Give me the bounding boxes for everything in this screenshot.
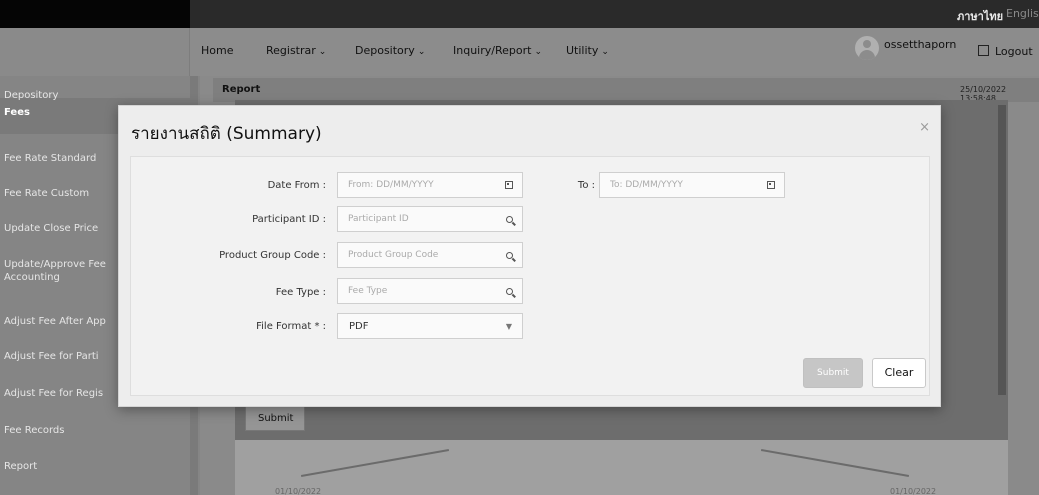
file-format-label: File Format * : <box>256 321 326 332</box>
nav-inquiry-report[interactable]: Inquiry/Report ⌄ <box>453 44 542 57</box>
to-label: To : <box>577 180 595 191</box>
participant-id-label: Participant ID : <box>252 214 326 225</box>
sidebar-item-fee-rate-custom[interactable]: Fee Rate Custom <box>4 187 119 200</box>
search-icon[interactable] <box>506 285 513 296</box>
sidebar-item-adjust-fee-parti[interactable]: Adjust Fee for Parti <box>4 350 120 363</box>
chevron-down-icon: ⌄ <box>417 47 426 57</box>
nav-registrar[interactable]: Registrar ⌄ <box>266 44 326 57</box>
logo[interactable] <box>0 28 190 76</box>
sidebar-item-adjust-fee-regis[interactable]: Adjust Fee for Regis <box>4 387 120 400</box>
sidebar-item-update-close-price[interactable]: Update Close Price <box>4 222 119 235</box>
date-from-label: Date From : <box>267 180 326 191</box>
logout-icon <box>978 45 989 56</box>
nav-home[interactable]: Home <box>201 44 233 57</box>
sidebar-item-update-approve[interactable]: Update/Approve Fee Accounting <box>4 258 119 284</box>
fee-type-input[interactable] <box>338 279 498 303</box>
lang-thai-link[interactable]: ภาษาไทย <box>957 7 1003 25</box>
sidebar-item-fee-rate-standard[interactable]: Fee Rate Standard <box>4 152 119 165</box>
lang-english-link[interactable]: English <box>1006 7 1039 20</box>
user-avatar-icon[interactable] <box>855 36 879 60</box>
product-group-code-input[interactable] <box>338 243 498 267</box>
file-format-select[interactable]: PDF ▼ <box>337 313 523 339</box>
nav-depository[interactable]: Depository ⌄ <box>355 44 425 57</box>
chevron-down-icon: ⌄ <box>601 47 609 57</box>
bottom-date: 01/10/2022 <box>275 487 322 495</box>
date-to-input[interactable] <box>600 173 760 197</box>
top-bar-left <box>0 0 190 28</box>
search-icon[interactable] <box>506 249 513 260</box>
dropdown-caret-icon: ▼ <box>505 322 512 331</box>
product-group-code-field[interactable] <box>337 242 523 268</box>
close-icon[interactable]: × <box>919 120 930 135</box>
participant-id-field[interactable] <box>337 206 523 232</box>
chevron-down-icon: ⌄ <box>318 47 327 57</box>
modal-title: รายงานสถิติ (Summary) <box>131 124 322 144</box>
fee-type-label: Fee Type : <box>275 287 326 298</box>
product-group-code-label: Product Group Code : <box>219 250 326 261</box>
background-submit-button[interactable]: Submit <box>245 405 305 431</box>
chevron-down-icon: ⌄ <box>534 47 542 57</box>
file-format-value: PDF <box>349 321 369 332</box>
clear-button[interactable]: Clear <box>872 358 926 388</box>
bottom-date: 01/10/2022 <box>890 487 937 495</box>
fee-type-field[interactable] <box>337 278 523 304</box>
page-title: Report <box>222 84 261 95</box>
sidebar-section: Depository <box>4 90 59 101</box>
logout-button[interactable]: Logout <box>978 45 1033 58</box>
panel-scrollbar[interactable] <box>998 105 1006 395</box>
participant-id-input[interactable] <box>338 207 498 231</box>
username[interactable]: ossetthaporn <box>884 38 956 51</box>
search-icon[interactable] <box>506 213 513 224</box>
date-to-field[interactable] <box>599 172 785 198</box>
sidebar-title: Fees <box>4 107 30 118</box>
report-header <box>213 78 1039 102</box>
nav-utility[interactable]: Utility ⌄ <box>566 44 609 57</box>
sidebar-item-report[interactable]: Report <box>4 460 119 473</box>
submit-button[interactable]: Submit <box>803 358 863 388</box>
calendar-icon[interactable] <box>767 179 775 190</box>
sidebar-item-fee-records[interactable]: Fee Records <box>4 424 119 437</box>
sidebar-item-adjust-fee-after[interactable]: Adjust Fee After App <box>4 315 120 328</box>
